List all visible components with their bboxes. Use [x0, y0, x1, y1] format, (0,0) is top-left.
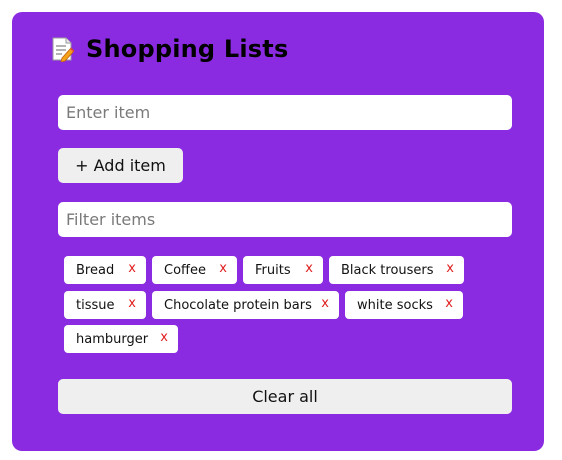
item-label: tissue [76, 297, 115, 313]
remove-item-button[interactable]: x [446, 261, 454, 276]
item-label: Chocolate protein bars [164, 297, 312, 313]
list-item: Fruits x [243, 256, 323, 284]
item-label: Coffee [164, 262, 206, 278]
remove-item-button[interactable]: x [445, 296, 453, 311]
remove-item-button[interactable]: x [128, 296, 136, 311]
remove-item-button[interactable]: x [160, 330, 168, 345]
list-item: Coffee x [152, 256, 237, 284]
item-input[interactable] [58, 95, 512, 130]
page-title: Shopping Lists [86, 35, 289, 63]
clear-all-button[interactable]: Clear all [58, 379, 512, 414]
remove-item-button[interactable]: x [305, 261, 313, 276]
item-label: white socks [357, 297, 433, 313]
list-item: Black trousers x [329, 256, 464, 284]
list-item: tissue x [64, 291, 146, 319]
list-item: Chocolate protein bars x [152, 291, 339, 319]
item-label: hamburger [76, 331, 149, 347]
list-item: Bread x [64, 256, 146, 284]
item-label: Fruits [255, 262, 291, 278]
remove-item-button[interactable]: x [219, 261, 227, 276]
remove-item-button[interactable]: x [321, 296, 329, 311]
list-item: white socks x [345, 291, 463, 319]
filter-input[interactable] [58, 202, 512, 237]
shopping-list-panel: Shopping Lists + Add item Bread x Coffee… [12, 12, 544, 451]
item-label: Bread [76, 262, 115, 278]
memo-icon [50, 36, 75, 63]
list-item: hamburger x [64, 325, 178, 353]
header: Shopping Lists [50, 32, 288, 66]
remove-item-button[interactable]: x [128, 261, 136, 276]
item-label: Black trousers [341, 262, 434, 278]
add-item-button[interactable]: + Add item [58, 148, 183, 183]
